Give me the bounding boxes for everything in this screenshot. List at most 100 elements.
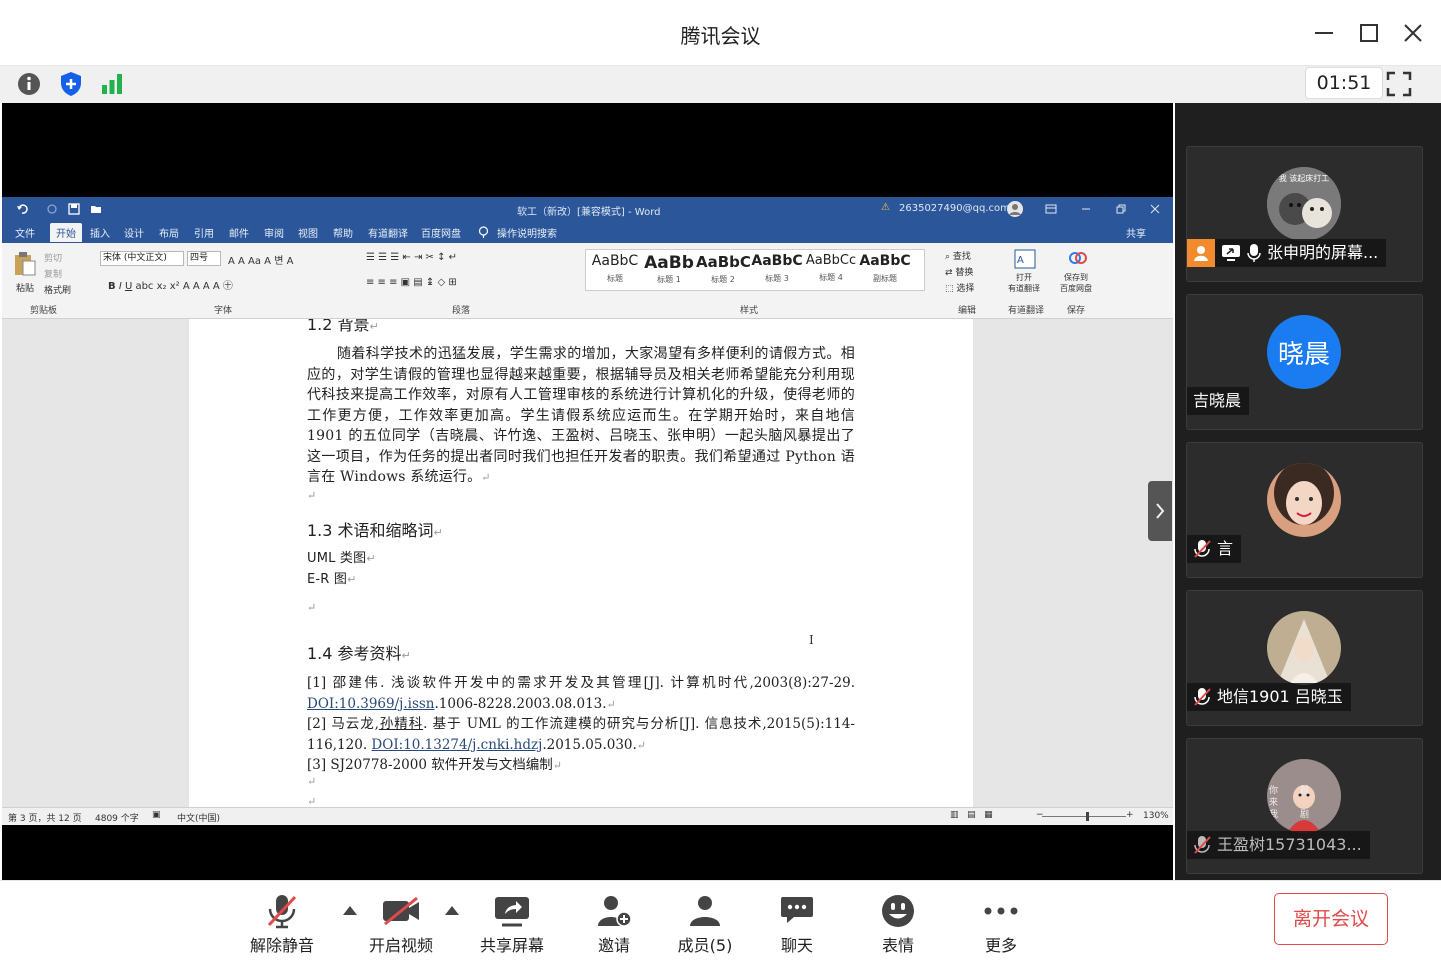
language-indicator[interactable]: 中文(中国) (177, 811, 220, 824)
host-icon (1187, 239, 1215, 267)
expand-sidebar-button[interactable] (1148, 481, 1172, 541)
save-icon[interactable] (68, 203, 80, 215)
format-painter-button[interactable]: 格式刷 (44, 283, 71, 296)
invite-button[interactable]: 邀请 (569, 892, 659, 955)
baidu-netdisk-icon[interactable] (1068, 249, 1088, 267)
paragraph-tools-bottom[interactable]: ≡ ≡ ≡ ▣ ▤ ↨ ◇ ⊞ (366, 277, 457, 288)
tab-design[interactable]: 设计 (124, 225, 144, 240)
zoom-level[interactable]: 130% (1143, 811, 1169, 821)
chat-button[interactable]: 聊天 (752, 892, 842, 955)
zoom-in-button[interactable]: + (1126, 810, 1134, 820)
find-button[interactable]: ⌕ 查找 (945, 249, 971, 262)
info-button[interactable] (14, 70, 44, 98)
proofing-icon[interactable]: ▣ (152, 810, 161, 820)
audio-options-button[interactable] (343, 906, 357, 915)
reference-2-author: 孙精科 (378, 716, 424, 732)
minimize-button[interactable] (1310, 18, 1338, 48)
undo-icon[interactable] (16, 203, 28, 215)
style-title[interactable]: AaBbC 标题 (588, 253, 642, 284)
style-subtitle[interactable]: AaBbC 副标题 (858, 253, 912, 284)
paste-icon[interactable] (14, 251, 36, 277)
baidu-save-button[interactable]: 保存到 百度网盘 (1060, 272, 1092, 294)
tab-baidu[interactable]: 百度网盘 (421, 225, 461, 240)
open-icon[interactable] (90, 203, 102, 215)
close-button[interactable] (1399, 18, 1427, 48)
reference-1-doi[interactable]: DOI:10.3969/j.issn (307, 696, 435, 712)
minimize-icon (1315, 32, 1333, 34)
replace-button[interactable]: ⇄ 替换 (945, 265, 973, 278)
account-avatar-icon[interactable] (1006, 200, 1024, 218)
tab-view[interactable]: 视图 (298, 225, 318, 240)
participant-tile[interactable]: 你越来 我剧你 王盈树15731043... (1186, 738, 1423, 874)
more-button[interactable]: 更多 (956, 892, 1046, 955)
font-size-box[interactable]: 四号 (187, 251, 221, 266)
title-bar: 腾讯会议 (0, 0, 1441, 66)
tab-mailings[interactable]: 邮件 (229, 225, 249, 240)
youdao-translate-icon[interactable]: A (1014, 249, 1036, 269)
font-name-box[interactable]: 宋体 (中文正文) (100, 251, 184, 266)
cut-button[interactable]: 剪切 (44, 251, 62, 264)
word-count[interactable]: 4809 个字 (95, 811, 139, 824)
participant-name-bar: 张申明的屏幕... (1187, 239, 1387, 267)
tab-help[interactable]: 帮助 (333, 225, 353, 240)
leave-meeting-button[interactable]: 离开会议 (1274, 893, 1388, 945)
select-button[interactable]: ⬚ 选择 (945, 281, 974, 294)
fullscreen-button[interactable] (1384, 70, 1414, 98)
unmute-button[interactable]: 解除静音 (237, 892, 327, 955)
ribbon-display-icon[interactable] (1045, 204, 1057, 214)
video-options-button[interactable] (445, 906, 459, 915)
word-close-icon[interactable] (1150, 204, 1160, 214)
word-window: 软工（新改）[兼容模式] - Word ⚠ 2635027490@qq.com … (2, 197, 1173, 825)
tab-home[interactable]: 开始 (50, 223, 82, 242)
style-heading-4[interactable]: AaBbCc 标题 4 (804, 253, 858, 283)
reference-2-doi[interactable]: DOI:10.13274/j.cnki.hdzj (371, 737, 542, 753)
participant-panel: 我 该起床打工 张申明的屏幕... 晓晨 吉晓晨 言 地信1901 吕晓玉 你越… (1175, 103, 1441, 880)
network-button[interactable] (97, 70, 127, 98)
page-count[interactable]: 第 3 页，共 12 页 (8, 811, 82, 824)
copy-button[interactable]: 复制 (44, 267, 62, 280)
security-button[interactable] (56, 70, 86, 98)
word-minimize-icon[interactable] (1081, 204, 1091, 214)
view-buttons[interactable]: ▥ ▤ ▦ (950, 810, 993, 820)
tab-insert[interactable]: 插入 (90, 225, 110, 240)
style-heading-2[interactable]: AaBbC 标题 2 (696, 253, 750, 285)
paragraph-tools-top[interactable]: ☰ ☰ ☰ ⇤ ⇥ ✂ ↕ ↵ (366, 252, 457, 263)
screen-share-icon (1222, 245, 1240, 261)
share-button[interactable]: 共享 (1126, 225, 1146, 240)
zoom-out-button[interactable]: − (1036, 810, 1044, 820)
zoom-slider-thumb[interactable] (1086, 812, 1089, 821)
tell-me-search[interactable]: 操作说明搜索 (497, 225, 557, 240)
tab-layout[interactable]: 布局 (159, 225, 179, 240)
zoom-slider[interactable] (1042, 816, 1126, 817)
tab-youdao[interactable]: 有道翻译 (368, 225, 408, 240)
maximize-button[interactable] (1355, 18, 1383, 48)
reactions-button[interactable]: 表情 (853, 892, 943, 955)
participant-tile[interactable]: 我 该起床打工 张申明的屏幕... (1186, 146, 1423, 282)
style-heading-1[interactable]: AaBb 标题 1 (642, 253, 696, 285)
tab-review[interactable]: 审阅 (264, 225, 284, 240)
shared-screen: 软工（新改）[兼容模式] - Word ⚠ 2635027490@qq.com … (2, 103, 1173, 880)
avatar: 我 该起床打工 (1267, 167, 1341, 241)
participant-tile[interactable]: 言 (1186, 442, 1423, 578)
youdao-open-button[interactable]: 打开 有道翻译 (1008, 272, 1040, 294)
members-button[interactable]: 成员(5) (660, 892, 750, 955)
style-heading-3[interactable]: AaBbC 标题 3 (750, 253, 804, 284)
account-email[interactable]: 2635027490@qq.com (899, 203, 1010, 214)
participant-tile[interactable]: 地信1901 吕晓玉 (1186, 590, 1423, 726)
share-screen-button[interactable]: 共享屏幕 (467, 892, 557, 955)
font-format-tools[interactable]: B I U abc x₂ x² A A A A ㊉ (108, 277, 233, 292)
word-restore-icon[interactable] (1116, 204, 1126, 214)
font-size-tools[interactable]: A A Aa A 변 A (228, 252, 293, 267)
participant-tile[interactable]: 晓晨 吉晓晨 (1186, 294, 1423, 430)
tab-file[interactable]: 文件 (15, 225, 35, 240)
heading-terms: 1.3 术语和缩略词↵ (307, 521, 443, 540)
document-page[interactable]: 1.2 背景↵ 随着科学技术的迅猛发展，学生需求的增加，大家渴望有多样便利的请假… (189, 319, 973, 807)
participant-name-bar: 吉晓晨 (1187, 387, 1250, 415)
tab-references[interactable]: 引用 (194, 225, 214, 240)
unmute-label: 解除静音 (249, 936, 314, 955)
font-group-label: 字体 (214, 306, 233, 316)
paste-label[interactable]: 粘贴 (16, 281, 34, 294)
start-video-button[interactable]: 开启视频 (356, 892, 446, 955)
redo-icon[interactable] (46, 203, 58, 215)
reference-1: [1] 邵建伟. 浅谈软件开发中的需求开发及其管理[J]. 计算机时代,2003… (307, 675, 855, 712)
